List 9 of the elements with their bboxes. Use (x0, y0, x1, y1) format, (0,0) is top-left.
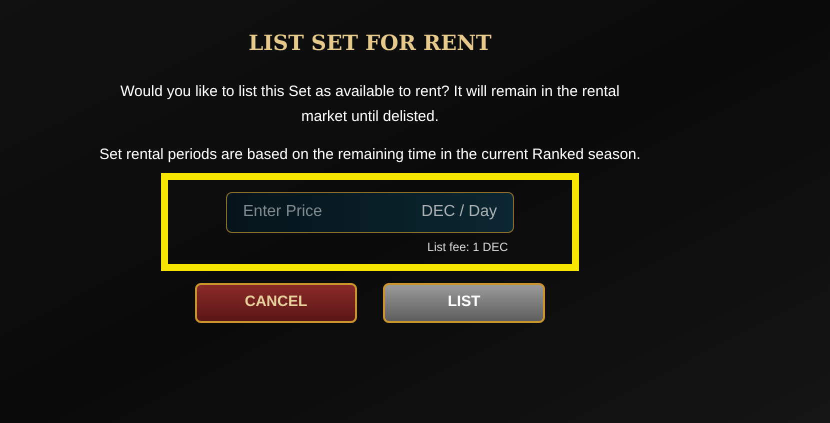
price-input[interactable]: Enter Price (243, 200, 393, 224)
list-fee: List fee: 1 DEC (427, 238, 508, 256)
price-field[interactable]: Enter Price DEC / Day (226, 192, 514, 232)
cancel-button[interactable]: CANCEL (195, 282, 357, 322)
dialog-text: Would you like to list this Set as available to rent? It will remain in the rental market until delisted. (119, 82, 621, 126)
list-button[interactable]: LIST (383, 282, 545, 322)
dialog-text: Set rental periods are based on the remaining time in the current Ranked season. (98, 144, 642, 164)
unit-label: DEC / Day (421, 202, 497, 222)
dialog-title: LIST SET FOR RENT (248, 29, 492, 57)
